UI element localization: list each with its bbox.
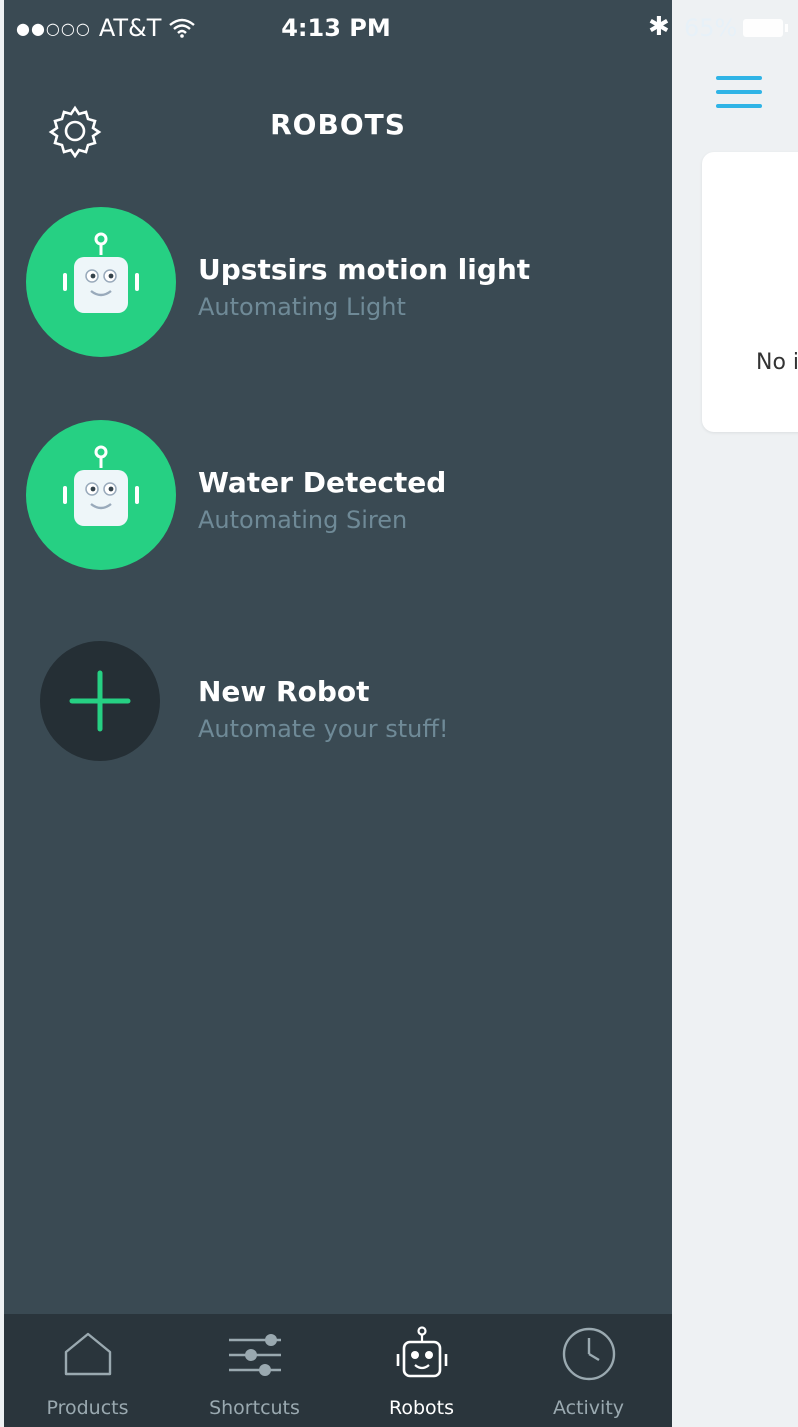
battery-percent: 65% xyxy=(684,14,738,42)
hamburger-line xyxy=(716,104,762,108)
new-robot-subtitle: Automate your stuff! xyxy=(198,715,449,743)
robots-drawer: ROBOTS Upstsirs motion light Automating … xyxy=(4,0,672,1427)
sliders-icon xyxy=(228,1334,281,1376)
bluetooth-icon: ✱ xyxy=(648,12,670,42)
new-robot-label: New Robot xyxy=(198,675,370,708)
robot-name: Water Detected xyxy=(198,466,447,499)
battery-tip xyxy=(785,24,789,32)
robot-icon xyxy=(63,445,139,526)
tab-label: Robots xyxy=(388,1397,454,1419)
robot-icon xyxy=(396,1326,447,1378)
tab-label: Activity xyxy=(552,1397,625,1419)
tab-products[interactable]: Products xyxy=(4,1314,171,1427)
empty-state-message: No i xyxy=(756,350,798,375)
battery-icon xyxy=(743,19,784,37)
hamburger-line xyxy=(716,76,762,80)
content-card: No i xyxy=(702,152,798,432)
robot-item-water-detected[interactable]: Water Detected Automating Siren xyxy=(4,420,672,570)
hamburger-menu-icon[interactable] xyxy=(716,76,762,110)
robot-name: Upstsirs motion light xyxy=(198,253,531,286)
main-content-peek: No i xyxy=(672,0,798,1427)
new-robot-avatar xyxy=(40,641,160,761)
robot-item-upstairs-motion-light[interactable]: Upstsirs motion light Automating Light xyxy=(4,207,672,357)
tab-shortcuts[interactable]: Shortcuts xyxy=(171,1314,338,1427)
robot-icon xyxy=(63,232,139,313)
robot-subtitle: Automating Light xyxy=(198,293,406,321)
status-bar: ●●○○○ AT&T 4:13 PM ✱ 65% xyxy=(0,0,798,56)
robot-avatar xyxy=(26,420,176,570)
clock-time: 4:13 PM xyxy=(281,14,391,42)
drawer-title: ROBOTS xyxy=(270,108,406,141)
tab-label: Products xyxy=(46,1397,129,1419)
house-icon xyxy=(64,1332,111,1376)
clock-icon xyxy=(562,1327,615,1381)
tab-activity[interactable]: Activity xyxy=(505,1314,672,1427)
bottom-tab-bar: Products Shortcuts Robots Activity xyxy=(4,1314,672,1427)
tab-robots[interactable]: Robots xyxy=(338,1314,505,1427)
hamburger-line xyxy=(716,90,762,94)
robot-avatar xyxy=(26,207,176,357)
robot-subtitle: Automating Siren xyxy=(198,506,408,534)
plus-icon xyxy=(69,670,131,732)
tab-label: Shortcuts xyxy=(209,1397,300,1419)
battery-indicator: 65% xyxy=(684,14,789,42)
new-robot-button[interactable]: New Robot Automate your stuff! xyxy=(4,629,672,779)
